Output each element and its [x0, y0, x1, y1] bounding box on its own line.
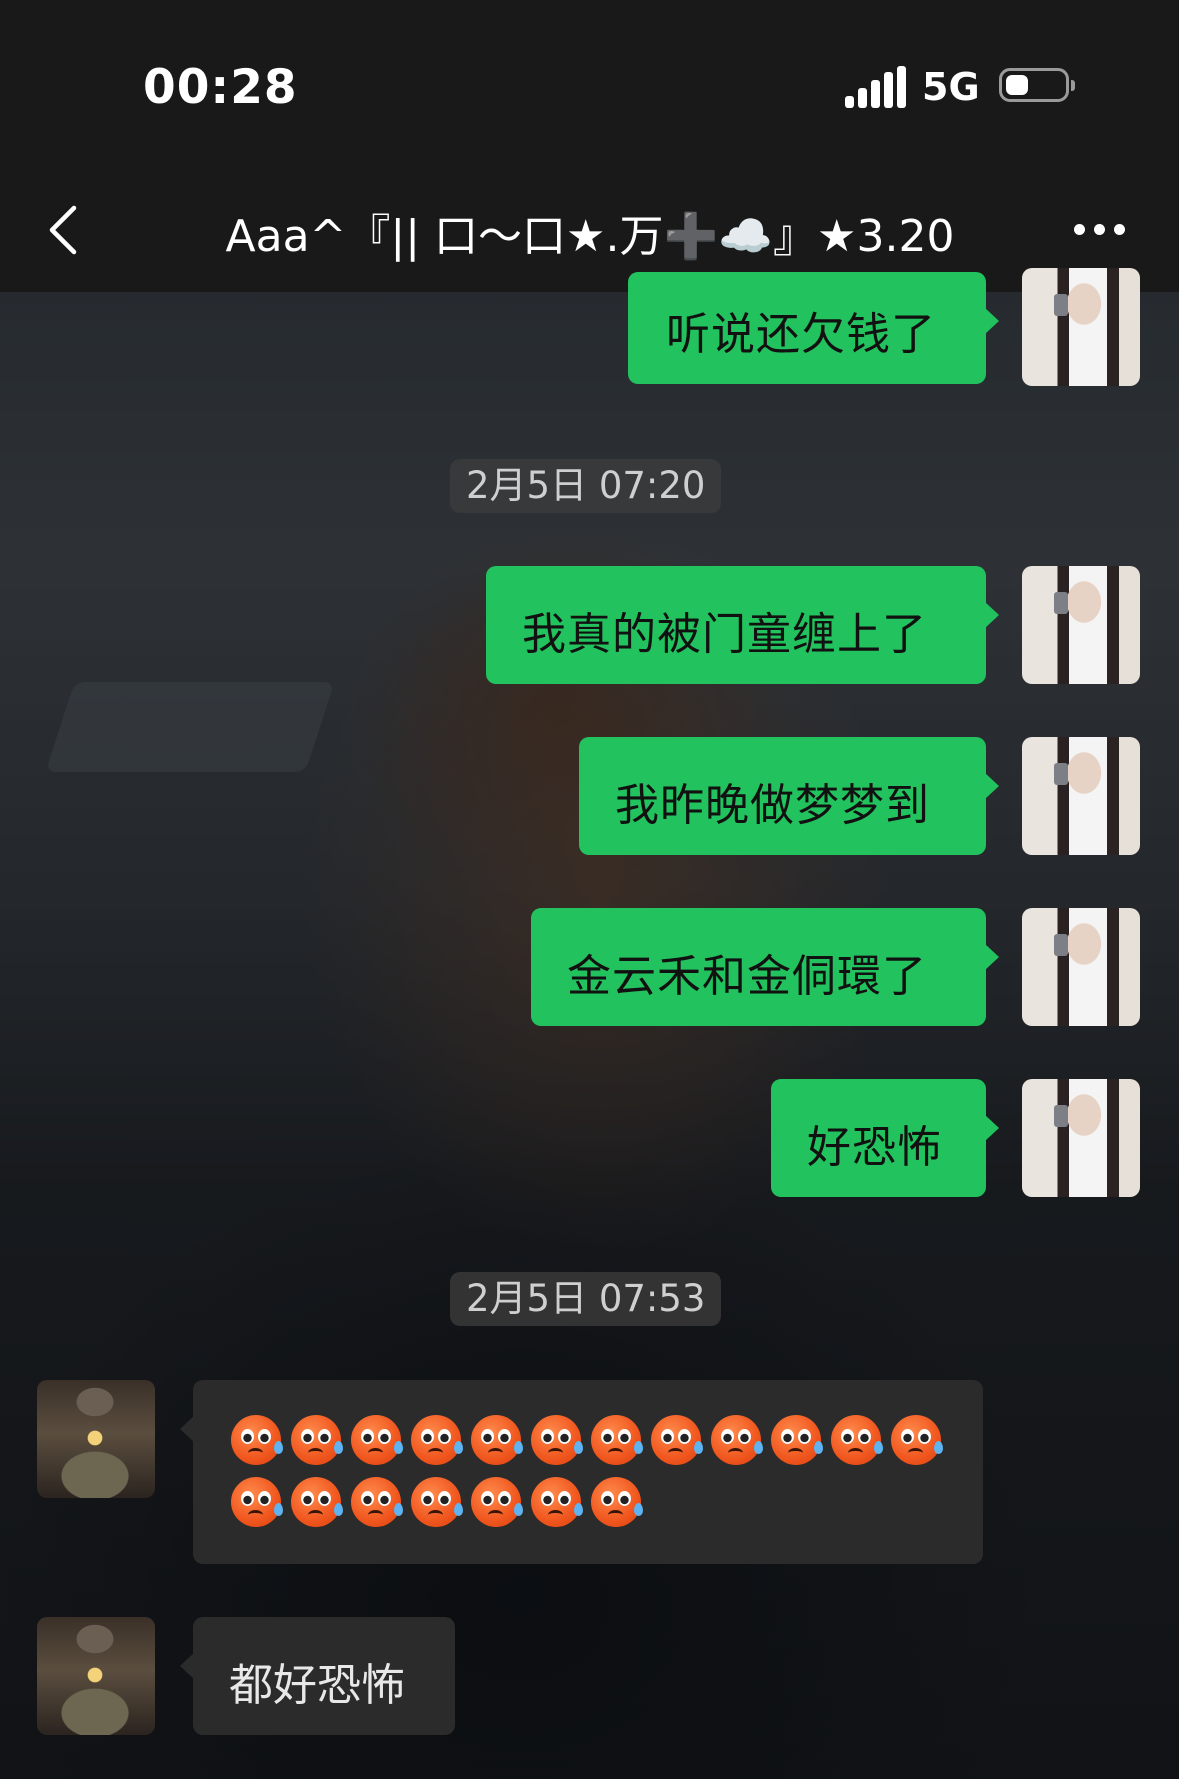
- scared-face-emoji: [771, 1415, 823, 1465]
- scared-face-emoji: [591, 1415, 643, 1465]
- message-bubble-outgoing[interactable]: 我真的被门童缠上了: [486, 566, 999, 684]
- scared-face-emoji: [411, 1415, 463, 1465]
- status-time: 00:28: [143, 60, 298, 115]
- message-bubble-outgoing[interactable]: 我昨晚做梦梦到: [579, 737, 999, 855]
- avatar-self[interactable]: [1022, 268, 1140, 386]
- scared-face-emoji: [591, 1477, 643, 1527]
- message-bubble-outgoing[interactable]: 听说还欠钱了: [628, 272, 999, 384]
- scared-face-emoji: [531, 1477, 583, 1527]
- chevron-left-icon: [49, 205, 77, 255]
- message-text: 都好恐怖: [229, 1660, 405, 1711]
- message-text: 我真的被门童缠上了: [522, 609, 927, 660]
- message-timestamp: 2月5日 07:20: [450, 459, 722, 513]
- status-bar: 00:28 5G: [0, 0, 1179, 170]
- scared-face-emoji: [831, 1415, 883, 1465]
- network-type: 5G: [922, 65, 980, 109]
- message-bubble-outgoing[interactable]: 金云禾和金侗環了: [531, 908, 999, 1026]
- scared-face-emoji: [471, 1415, 523, 1465]
- scared-face-emoji: [231, 1415, 283, 1465]
- scared-face-emoji: [291, 1415, 343, 1465]
- avatar-contact[interactable]: [37, 1380, 155, 1498]
- message-text: 我昨晚做梦梦到: [615, 780, 930, 831]
- emoji-row: [231, 1415, 951, 1469]
- message-timestamp: 2月5日 07:53: [450, 1272, 722, 1326]
- chat-title[interactable]: Aaa^『|| 口～口★.万➕☁️』★3.20: [210, 200, 970, 264]
- chat-header: Aaa^『|| 口～口★.万➕☁️』★3.20: [0, 170, 1179, 292]
- scared-face-emoji: [711, 1415, 763, 1465]
- message-bubble-incoming[interactable]: 都好恐怖: [180, 1617, 455, 1735]
- message-text: 听说还欠钱了: [666, 309, 936, 360]
- avatar-self[interactable]: [1022, 1079, 1140, 1197]
- back-button[interactable]: [42, 200, 92, 260]
- more-options-button[interactable]: [1070, 220, 1130, 240]
- avatar-contact[interactable]: [37, 1617, 155, 1735]
- scared-face-emoji: [351, 1415, 403, 1465]
- scared-face-emoji: [531, 1415, 583, 1465]
- scared-face-emoji: [411, 1477, 463, 1527]
- message-bubble-outgoing[interactable]: 好恐怖: [771, 1079, 999, 1197]
- message-text: 好恐怖: [807, 1122, 942, 1173]
- message-bubble-incoming[interactable]: [180, 1380, 983, 1564]
- message-text: 金云禾和金侗環了: [567, 951, 927, 1002]
- battery-icon: [999, 68, 1075, 102]
- scared-face-emoji: [471, 1477, 523, 1527]
- avatar-self[interactable]: [1022, 737, 1140, 855]
- scared-face-emoji: [351, 1477, 403, 1527]
- scared-face-emoji: [291, 1477, 343, 1527]
- scared-face-emoji: [651, 1415, 703, 1465]
- avatar-self[interactable]: [1022, 908, 1140, 1026]
- scared-face-emoji: [231, 1477, 283, 1527]
- emoji-row: [231, 1477, 651, 1531]
- signal-icon: [845, 66, 906, 108]
- avatar-self[interactable]: [1022, 566, 1140, 684]
- scared-face-emoji: [891, 1415, 943, 1465]
